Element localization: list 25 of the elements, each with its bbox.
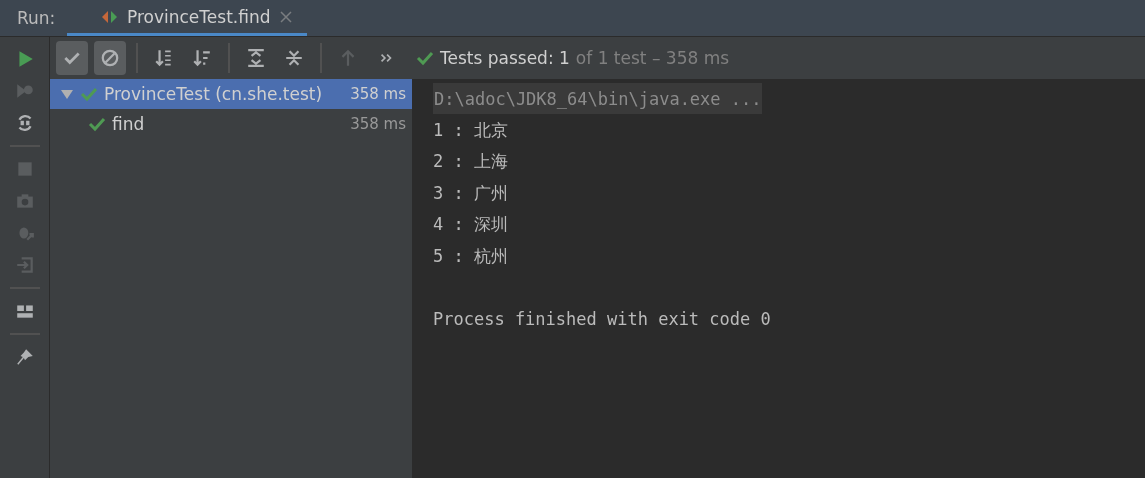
test-summary: of 1 test – 358 ms	[575, 48, 730, 68]
pin-icon[interactable]	[14, 347, 35, 367]
tests-passed-label: Tests passed: 1	[440, 48, 570, 68]
passed-filter-button[interactable]	[56, 41, 88, 75]
console-output: 2 : 上海	[433, 150, 508, 174]
console-output: 4 : 深圳	[433, 213, 508, 237]
no-entry-icon	[100, 48, 120, 68]
sort-duration-icon	[192, 48, 212, 68]
tree-row[interactable]: ProvinceTest (cn.she.test) 358 ms	[50, 79, 412, 109]
console-output: 1 : 北京	[433, 118, 508, 142]
check-icon	[416, 50, 434, 66]
console-output: 5 : 杭州	[433, 244, 508, 268]
test-config-icon	[101, 8, 119, 25]
run-label: Run:	[16, 7, 57, 30]
sort-alpha-icon	[154, 48, 174, 68]
expand-arrow-icon[interactable]	[60, 87, 74, 101]
collapse-icon	[284, 48, 304, 68]
tree-row[interactable]: find 358 ms	[50, 109, 412, 139]
expand-icon	[246, 48, 266, 68]
console-output: Process finished with exit code 0	[433, 309, 771, 330]
check-icon	[88, 116, 106, 132]
console-output: 3 : 广州	[433, 181, 508, 205]
close-icon[interactable]	[278, 9, 293, 24]
check-icon	[80, 86, 98, 102]
ignored-filter-button[interactable]	[94, 41, 126, 75]
